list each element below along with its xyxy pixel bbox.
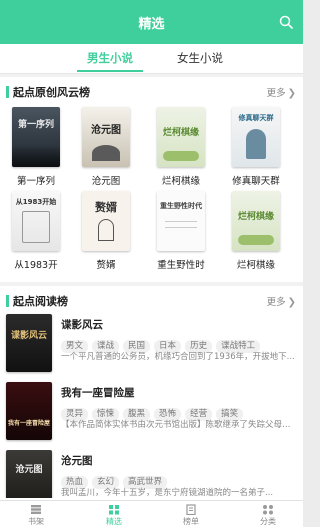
book-card[interactable]: 重生野性时代 重生野性时	[151, 191, 211, 271]
cover-title: 重生野性时代	[160, 202, 202, 210]
book-cover: 谍影风云	[6, 314, 52, 372]
section-accent-bar	[6, 86, 9, 98]
tab-categories[interactable]: 分类	[238, 504, 298, 527]
section-title: 起点原创风云榜	[13, 86, 90, 99]
book-title: 烂柯棋缘	[236, 260, 275, 271]
ranking-section-original: 起点原创风云榜 更多❯ 第一序列 第一序列 沧元图 沧元图 烂柯棋缘 烂柯棋缘	[0, 77, 303, 282]
more-label: 更多	[266, 88, 286, 99]
cover-title: 谍影风云	[10, 331, 47, 341]
book-card[interactable]: 烂柯棋缘 烂柯棋缘	[151, 107, 211, 187]
section-accent-bar	[6, 295, 9, 307]
list-item[interactable]: 谍影风云 谍影风云 男文 谍战 民国 日本 历史 谍战特工 一个平凡普通的公务员，机缘巧合…	[0, 314, 303, 382]
tab-rankings[interactable]: 榜单	[161, 504, 221, 527]
book-card[interactable]: 第一序列 第一序列	[6, 107, 66, 187]
book-title: 赘婿	[96, 260, 116, 271]
book-description: 我叫孟川，今年十五岁，是东宁府镜湖道院的一名弟子...	[61, 488, 274, 498]
tab-label: 榜单	[183, 517, 199, 526]
search-icon[interactable]	[279, 15, 293, 29]
cover-title: 沧元图	[91, 125, 121, 136]
book-title: 重生野性时	[157, 260, 205, 271]
tab-male[interactable]: 男生小说	[80, 50, 140, 66]
categories-icon	[263, 505, 273, 515]
book-cover: 重生野性时代	[157, 191, 205, 251]
chevron-right-icon: ❯	[287, 88, 296, 99]
book-description: 一个平凡普通的公务员，机缘巧合回到了1936年，开拔地下...	[61, 352, 295, 362]
cover-title: 烂柯棋缘	[162, 128, 199, 138]
tag-list: 灵异 惊悚 腹黑 恐怖 经营 搞笑	[61, 401, 247, 421]
tab-label: 分类	[260, 517, 276, 526]
book-title: 我有一座冒险屋	[61, 387, 135, 399]
book-cover: 修真聊天群	[232, 107, 280, 167]
more-link[interactable]: 更多 ❯	[267, 294, 296, 308]
book-card[interactable]: 沧元图 沧元图	[76, 107, 136, 187]
cover-title: 修真聊天群	[238, 114, 274, 122]
more-label: 更多	[266, 297, 286, 308]
book-cover: 从1983开始	[12, 191, 60, 251]
book-cover: 赘婿	[82, 191, 130, 251]
book-title: 沧元图	[91, 176, 121, 187]
book-title: 谍影风云	[61, 319, 103, 331]
book-title: 修真聊天群	[232, 176, 280, 187]
cover-title: 我有一座冒险屋	[7, 420, 50, 427]
rankings-icon	[186, 504, 196, 515]
gender-tabs: 男生小说 女生小说	[0, 44, 303, 74]
list-item[interactable]: 我有一座冒险屋 我有一座冒险屋 灵异 惊悚 腹黑 恐怖 经营 搞笑 【本作品简体实体书由次…	[0, 382, 303, 450]
tab-featured[interactable]: 精选	[84, 504, 144, 527]
book-title: 烂柯棋缘	[161, 176, 200, 187]
page-title: 精选	[138, 17, 165, 32]
chevron-right-icon: ❯	[287, 297, 296, 308]
bottom-tab-bar: 书架 精选 榜单 分类	[0, 500, 303, 527]
list-item[interactable]: 沧元图 沧元图 热血 玄幻 高武世界 我叫孟川，今年十五岁，是东宁府镜湖道院的一名弟…	[0, 450, 303, 498]
cover-title: 烂柯棋缘	[237, 212, 274, 222]
book-card[interactable]: 赘婿 赘婿	[76, 191, 136, 271]
book-cover: 沧元图	[6, 450, 52, 498]
tag-list: 热血 玄幻 高武世界	[61, 469, 171, 489]
book-title: 沧元图	[61, 455, 93, 467]
book-cover: 我有一座冒险屋	[6, 382, 52, 440]
book-cover: 第一序列	[12, 107, 60, 167]
cover-title: 从1983开始	[15, 198, 57, 206]
book-description: 【本作品简体实体书由次元书馆出版】陈歌继承了失踪父母留下...	[61, 420, 297, 430]
book-card[interactable]: 从1983开始 从1983开	[6, 191, 66, 271]
top-header: 精选	[0, 0, 303, 44]
section-header: 起点阅读榜 更多 ❯	[0, 286, 303, 314]
tab-bookshelf[interactable]: 书架	[6, 504, 66, 527]
book-card[interactable]: 修真聊天群 修真聊天群	[226, 107, 286, 187]
ranking-section-reading: 起点阅读榜 更多 ❯ 谍影风云 谍影风云 男文 谍战 民国 日本 历史 谍战特工 一个平凡普…	[0, 286, 303, 500]
cover-title: 赘婿	[95, 201, 117, 214]
book-cover: 烂柯棋缘	[157, 107, 205, 167]
section-header: 起点原创风云榜 更多 ❯	[0, 77, 303, 105]
book-cover: 烂柯棋缘	[232, 191, 280, 251]
book-title: 从1983开	[14, 260, 58, 271]
tab-label: 精选	[106, 517, 122, 526]
tab-indicator	[77, 70, 143, 72]
tag-list: 男文 谍战 民国 日本 历史 谍战特工	[61, 333, 264, 353]
cover-title: 沧元图	[15, 465, 43, 475]
book-card[interactable]: 烂柯棋缘 烂柯棋缘	[226, 191, 286, 271]
cover-title: 第一序列	[17, 120, 54, 130]
book-title: 第一序列	[16, 176, 55, 187]
app-screen: 精选 男生小说 女生小说 起点原创风云榜 更多❯ 第一序列 第一序列 沧元图	[0, 0, 303, 527]
more-link[interactable]: 更多 ❯	[267, 85, 296, 99]
book-cover: 沧元图	[82, 107, 130, 167]
featured-icon	[109, 505, 119, 515]
tab-female[interactable]: 女生小说	[170, 50, 230, 66]
tab-label: 书架	[28, 517, 44, 526]
section-title: 起点阅读榜	[13, 295, 68, 308]
bookshelf-icon	[31, 505, 41, 514]
